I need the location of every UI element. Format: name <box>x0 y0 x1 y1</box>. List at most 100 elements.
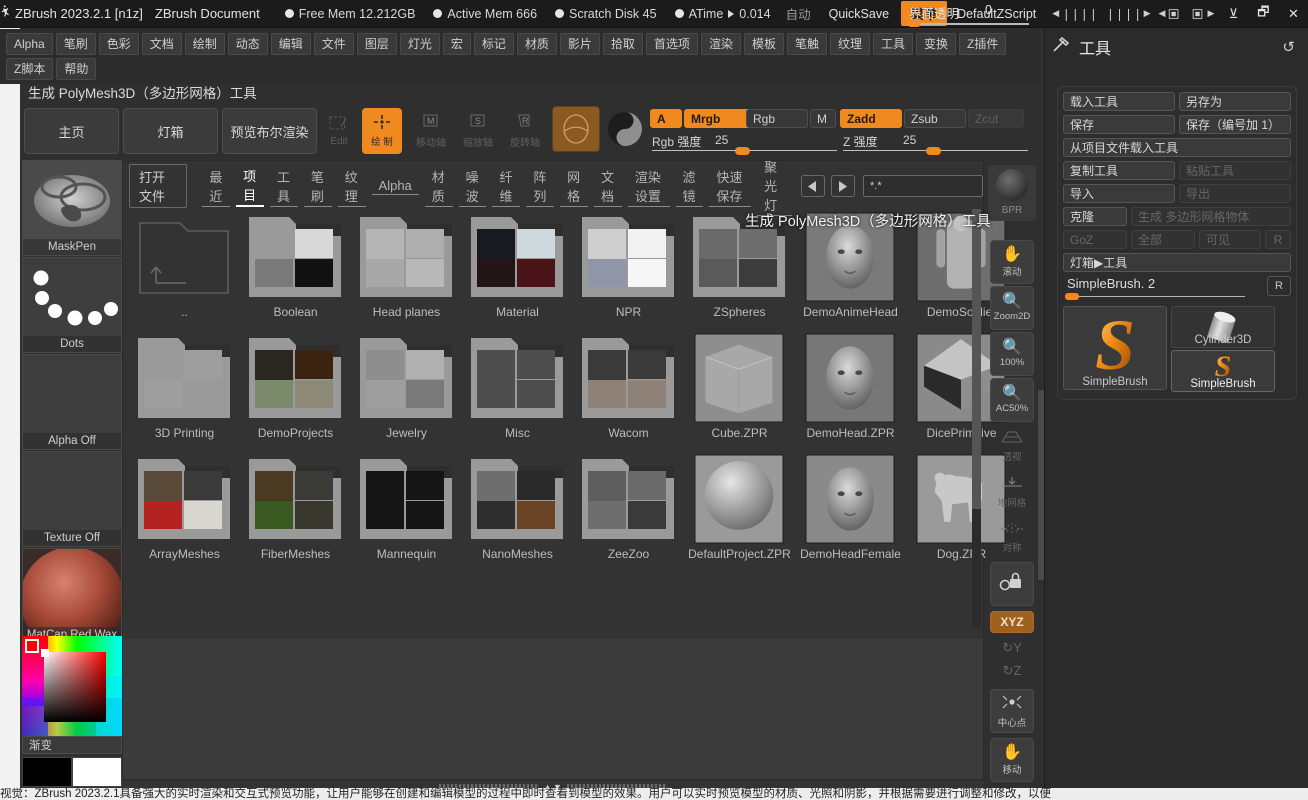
preview-boolean-render-button[interactable]: 预览布尔渲染 <box>222 108 317 154</box>
lightbox-tab-15[interactable]: 聚光灯 <box>757 156 792 216</box>
tool-panel-button[interactable]: 载入工具 <box>1063 92 1175 111</box>
lightbox-tab-7[interactable]: 噪波 <box>458 166 487 207</box>
lightbox-item[interactable]: NPR <box>573 209 684 329</box>
rgb-intensity-knob[interactable] <box>735 147 750 155</box>
lightbox-item[interactable]: ZeeZoo <box>573 451 684 571</box>
lightbox-tab-4[interactable]: 纹理 <box>337 166 366 207</box>
tool-panel-button[interactable]: 导入 <box>1063 184 1175 203</box>
home-button[interactable]: 主页 <box>24 108 119 154</box>
stroke-selector[interactable]: Dots <box>22 257 122 353</box>
actual-size-button[interactable]: 🔍 100% <box>990 332 1034 376</box>
lightbox-button[interactable]: 灯箱 <box>123 108 218 154</box>
menu-item-14[interactable]: 拾取 <box>602 33 643 55</box>
alpha-selector[interactable]: Alpha Off <box>22 354 122 450</box>
texture-selector[interactable]: Texture Off <box>22 451 122 547</box>
scale-axis-button[interactable]: S 缩放轴 <box>458 108 498 154</box>
menu-item-8[interactable]: 图层 <box>356 33 397 55</box>
color-picker[interactable] <box>22 636 122 736</box>
channel-zsub[interactable]: Zsub <box>904 109 966 128</box>
tool-panel-button[interactable]: 全部 <box>1131 230 1195 249</box>
menu-item-23[interactable]: Z脚本 <box>6 58 54 80</box>
lightbox-scrollbar-thumb[interactable] <box>972 209 981 509</box>
tool-panel-button[interactable]: 克隆 <box>1063 207 1127 226</box>
tool-panel-button[interactable]: R <box>1265 230 1291 249</box>
tool-panel-button[interactable]: 生成 多边形网格物体 <box>1131 207 1291 226</box>
primary-color-swatch[interactable] <box>22 757 72 787</box>
lightbox-tab-11[interactable]: 文档 <box>594 166 622 207</box>
canvas[interactable]: 打开文件 最近 项目 工具 笔刷 纹理 Alpha 材质 噪波 纤维 阵列 网格 文档 渲染设置 滤镜 快速… <box>122 160 1006 780</box>
edit-mode-button[interactable]: Edit <box>319 108 359 154</box>
lightbox-item[interactable]: Head planes <box>351 209 462 329</box>
alpha-preview-button[interactable] <box>604 106 646 152</box>
file-filter-input[interactable]: *.* <box>863 175 983 197</box>
rotate-xyz-button[interactable]: XYZ <box>990 611 1034 633</box>
tool-slider-r-button[interactable]: R <box>1267 276 1291 296</box>
minimize-icon[interactable]: ⊻ <box>1218 0 1248 28</box>
rotate-axis-button[interactable]: R 旋转轴 <box>505 108 545 154</box>
lightbox-item[interactable]: DemoProjects <box>240 330 351 450</box>
refresh-icon[interactable]: ↺ <box>1282 38 1295 56</box>
menu-item-19[interactable]: 纹理 <box>829 33 870 55</box>
transparency-knob[interactable] <box>907 18 922 27</box>
lightbox-item[interactable]: Material <box>462 209 573 329</box>
menu-item-13[interactable]: 影片 <box>559 33 600 55</box>
tool-panel-button[interactable]: 复制工具 <box>1063 161 1175 180</box>
restore-icon[interactable]: 🗗 <box>1248 0 1278 28</box>
rotate-y-button[interactable]: ↻Y <box>990 637 1034 659</box>
lightbox-item[interactable]: FiberMeshes <box>240 451 351 571</box>
open-file-button[interactable]: 打开文件 <box>129 164 188 208</box>
channel-zadd[interactable]: Zadd <box>840 109 902 128</box>
lightbox-item[interactable]: Boolean <box>240 209 351 329</box>
lightbox-tab-12[interactable]: 渲染设置 <box>627 166 670 207</box>
lightbox-tab-9[interactable]: 阵列 <box>526 166 555 207</box>
tool-panel-button[interactable]: 保存 <box>1063 115 1175 134</box>
tool-name-slider[interactable]: SimpleBrush. 2 R <box>1063 276 1291 300</box>
lightbox-item[interactable]: .. <box>129 209 240 329</box>
ac50-button[interactable]: 🔍 AC50% <box>990 378 1034 422</box>
menu-item-5[interactable]: 动态 <box>227 33 268 55</box>
lightbox-item[interactable]: Wacom <box>573 330 684 450</box>
menu-item-21[interactable]: 变换 <box>916 33 957 55</box>
lightbox-item[interactable]: ArrayMeshes <box>129 451 240 571</box>
lightbox-tab-3[interactable]: 笔刷 <box>303 166 332 207</box>
bpr-render-button[interactable]: BPR <box>988 165 1036 221</box>
lightbox-tab-6[interactable]: 材质 <box>424 166 453 207</box>
palette-expand-right-button[interactable]: ▶ <box>1186 7 1218 21</box>
menu-item-7[interactable]: 文件 <box>313 33 354 55</box>
next-arrow-icon[interactable] <box>830 175 856 197</box>
menu-item-12[interactable]: 材质 <box>516 33 557 55</box>
tool-panel-button[interactable]: 从项目文件载入工具 <box>1063 138 1291 157</box>
material-selector[interactable]: MatCap Red Wax <box>20 547 124 651</box>
scroll-button[interactable]: ✋ 滚动 <box>990 240 1034 284</box>
menu-item-16[interactable]: 渲染 <box>700 33 741 55</box>
lightbox-tab-13[interactable]: 滤镜 <box>675 166 704 207</box>
tool-panel-button[interactable]: GoZ <box>1063 230 1127 249</box>
tool-thumb-simplebrush-large[interactable]: S SimpleBrush <box>1063 305 1167 390</box>
lightbox-item[interactable]: Cube.ZPR <box>684 330 795 450</box>
gradient-button[interactable]: 渐变 <box>22 736 122 754</box>
move-button[interactable]: ✋ 移动 <box>990 738 1034 782</box>
lock-camera-button[interactable] <box>990 562 1034 606</box>
close-icon[interactable]: ✕ <box>1278 0 1308 28</box>
menu-item-10[interactable]: 宏 <box>442 33 471 55</box>
zscript-label[interactable]: DefaultZScript <box>957 7 1048 21</box>
lightbox-item[interactable]: Misc <box>462 330 573 450</box>
material-preview-button[interactable] <box>552 106 600 152</box>
lightbox-item[interactable]: DemoHead.ZPR <box>795 330 906 450</box>
symmetry-button[interactable]: 对称 <box>990 516 1034 560</box>
zoom2d-button[interactable]: 🔍 Zoom2D <box>990 286 1034 330</box>
prev-arrow-icon[interactable] <box>800 175 825 197</box>
menu-item-4[interactable]: 绘制 <box>184 33 225 55</box>
tool-panel-button[interactable]: 可见 <box>1199 230 1261 249</box>
lightbox-item[interactable]: DefaultProject.ZPR <box>684 451 795 571</box>
tool-thumb-cylinder3d[interactable]: Cylinder3D <box>1171 306 1275 348</box>
menu-item-17[interactable]: 模板 <box>743 33 784 55</box>
tool-panel-button[interactable]: 粘贴工具 <box>1179 161 1291 180</box>
tool-slider-knob[interactable] <box>1065 293 1079 300</box>
tool-thumb-simplebrush-small[interactable]: S SimpleBrush <box>1171 350 1275 392</box>
menu-item-24[interactable]: 帮助 <box>56 58 97 80</box>
floor-button[interactable]: 地网格 <box>990 470 1034 514</box>
menu-item-6[interactable]: 编辑 <box>270 33 311 55</box>
move-axis-button[interactable]: M 移动轴 <box>411 108 451 154</box>
menu-item-18[interactable]: 笔触 <box>786 33 827 55</box>
